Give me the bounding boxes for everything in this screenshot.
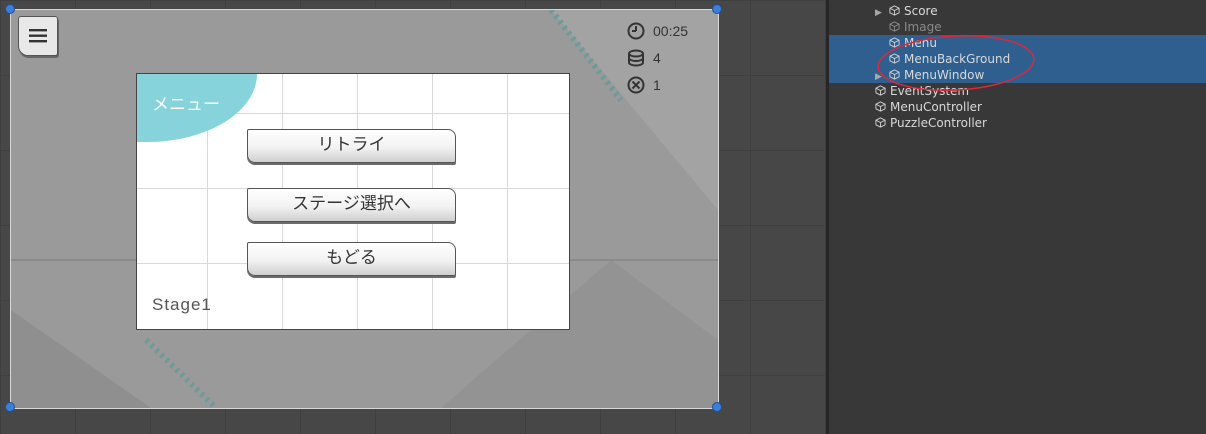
back-button[interactable]: もどる [247,242,456,276]
hamburger-icon [29,29,47,43]
menu-button[interactable] [18,16,58,56]
handle-top-right[interactable] [712,4,722,14]
x-circle-icon [627,76,645,94]
menu-window: メニュー リトライ ステージ選択へ もどる Stage1 [136,73,570,330]
handle-bottom-left[interactable] [5,402,15,412]
database-icon [628,49,644,67]
clock-icon [627,22,645,40]
retry-button[interactable]: リトライ [247,129,456,163]
stage-select-button[interactable]: ステージ選択へ [247,188,456,222]
scene-view[interactable]: 00:25 4 1 メニュー リトライ ステージ選択へ もどる Stage1 [0,0,828,434]
handle-top-left[interactable] [5,4,15,14]
stack-count: 4 [653,50,661,66]
hierarchy-panel: ▶ Score Image Menu MenuBackGround ▶ MenuWindow… [829,0,1206,434]
annotation-circle [877,34,1035,92]
game-canvas[interactable]: 00:25 4 1 メニュー リトライ ステージ選択へ もどる Stage1 [10,9,719,409]
stage-label: Stage1 [152,295,212,314]
handle-bottom-right[interactable] [712,402,722,412]
miss-count: 1 [653,77,661,93]
menu-title: メニュー [152,95,220,115]
timer-text: 00:25 [653,23,689,39]
